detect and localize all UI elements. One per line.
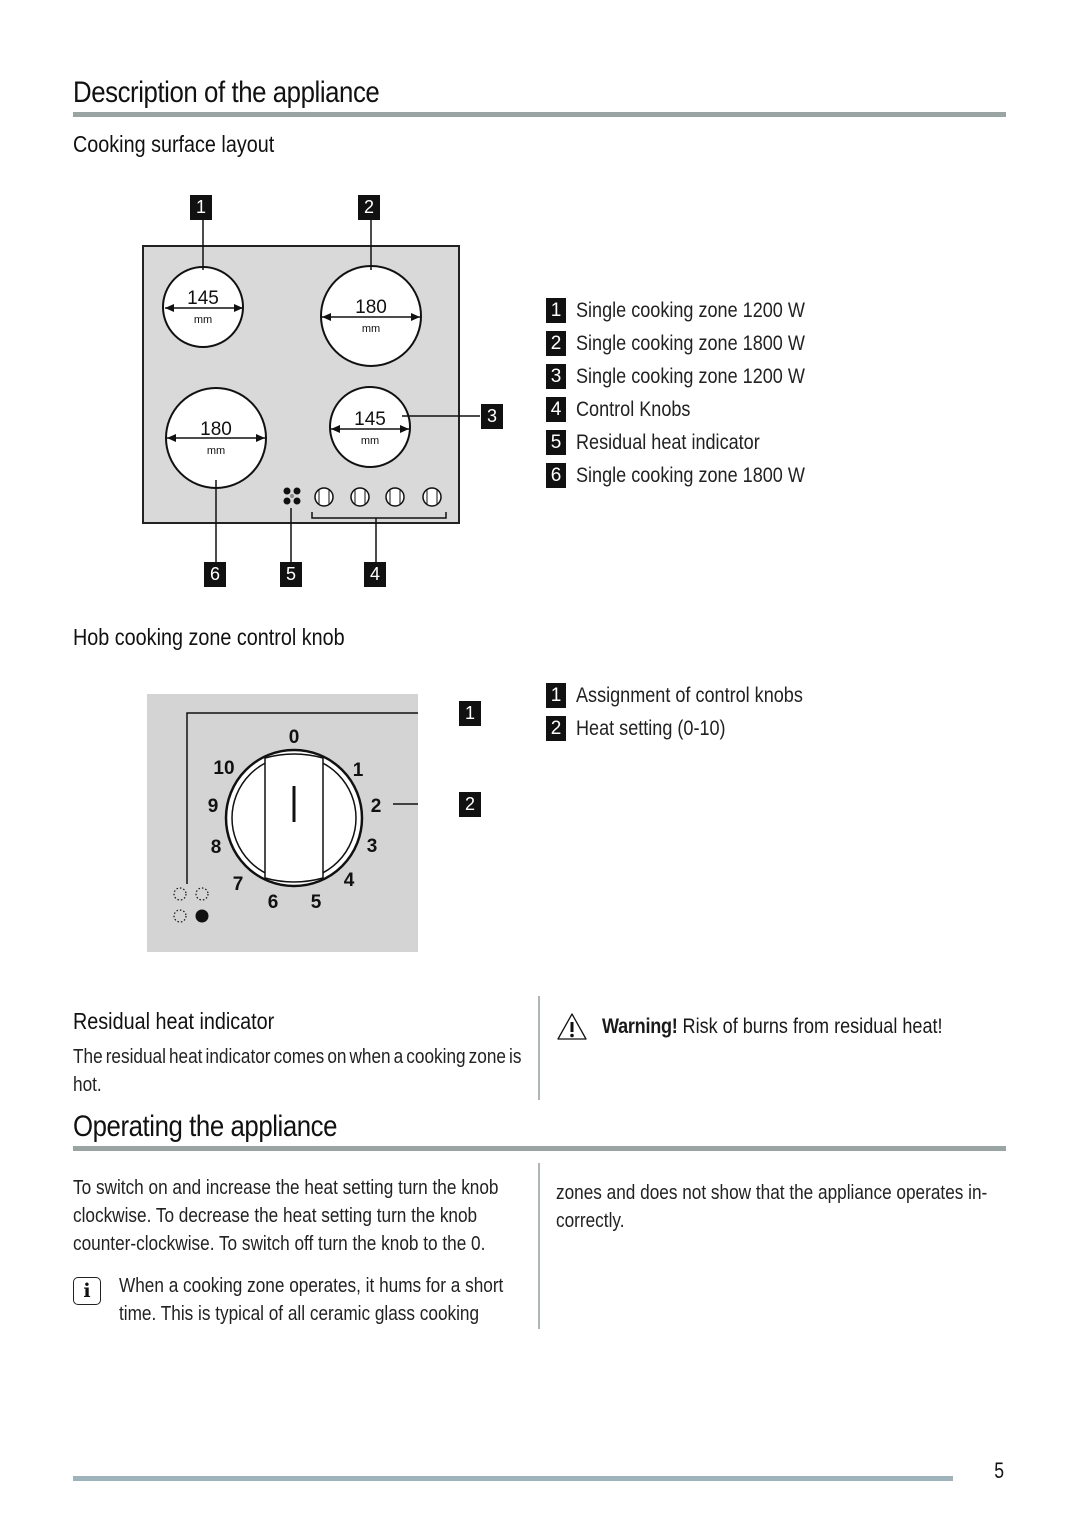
legend-number: 1 [546,298,566,323]
cooking-zone-6: 180 mm [165,387,267,489]
legend-number: 3 [546,364,566,389]
zone-2-unit: mm [362,323,380,335]
warning-label: Warning! [602,1015,678,1038]
footer-rule [73,1476,953,1481]
scale-2: 2 [371,796,382,817]
page-number: 5 [994,1458,1005,1483]
scale-3: 3 [367,836,378,857]
cooking-zone-2: 180 mm [320,265,422,367]
hob-diagram: 145 mm 180 mm 145 mm 180 mm [142,217,480,562]
legend-text: Control Knobs [576,397,691,421]
column-divider [538,1163,540,1329]
zone-1-unit: mm [194,314,212,326]
legend-item: 2 Heat setting (0-10) [546,712,840,745]
scale-7: 7 [233,874,244,895]
residual-heat-text: The residual heat indicator comes on whe… [73,1046,522,1096]
zone-2-diameter: 180 [355,297,387,318]
scale-8: 8 [211,837,222,858]
control-knob [224,748,364,888]
hob-legend: 1 Single cooking zone 1200 W 2 Single cook… [546,294,842,492]
operating-title: Operating the appliance [73,1110,338,1143]
legend-text: Single cooking zone 1800 W [576,463,805,487]
legend-text: Assignment of control knobs [576,683,803,707]
legend-text: Single cooking zone 1200 W [576,364,805,388]
legend-number: 2 [546,331,566,356]
control-knob-icon [422,487,442,507]
scale-9: 9 [208,796,219,817]
legend-item: 2 Single cooking zone 1800 W [546,327,842,360]
page-title: Description of the appliance [73,76,380,109]
legend-text: Heat setting (0-10) [576,716,726,740]
title-rule [73,112,1006,117]
knob-diagram: 0 1 2 3 4 5 6 7 8 9 10 [147,694,418,952]
control-knob-icon [385,487,405,507]
knob-callout-1: 1 [459,701,481,726]
callout-3: 3 [481,404,503,429]
warning-note: Warning! Risk of burns from residual hea… [556,1012,998,1042]
operating-text: To switch on and increase the heat setti… [73,1177,499,1255]
legend-item: 5 Residual heat indicator [546,426,842,459]
zone-3-diameter: 145 [354,409,386,430]
scale-4: 4 [344,870,355,891]
legend-number: 5 [546,430,566,455]
callout-2: 2 [358,195,380,220]
zone-1-diameter: 145 [187,288,219,309]
legend-text: Single cooking zone 1200 W [576,298,805,322]
column-divider [538,996,540,1100]
control-knob-icon [314,487,334,507]
cooking-zone-3: 145 mm [329,386,411,468]
scale-10: 10 [213,758,234,779]
legend-item: 6 Single cooking zone 1800 W [546,459,842,492]
info-text-right: zones and does not show that the applian… [556,1182,988,1232]
scale-6: 6 [268,892,279,913]
legend-text: Residual heat indicator [576,430,760,454]
legend-number: 4 [546,397,566,422]
residual-heat-heading: Residual heat indicator [73,1008,275,1034]
callout-4: 4 [364,562,386,587]
cooking-surface-heading: Cooking surface layout [73,131,275,157]
scale-1: 1 [353,760,364,781]
legend-item: 1 Single cooking zone 1200 W [546,294,842,327]
control-knob-icon [350,487,370,507]
legend-number: 6 [546,463,566,488]
legend-number: 2 [546,716,566,741]
warning-text: Risk of burns from residual heat! [682,1015,943,1038]
zone-6-unit: mm [207,445,225,457]
info-text-left: When a cooking zone operates, it hums fo… [119,1275,504,1325]
operating-rule [73,1146,1006,1151]
legend-item: 1 Assignment of control knobs [546,679,840,712]
legend-item: 3 Single cooking zone 1200 W [546,360,842,393]
warning-triangle-icon [557,1013,587,1040]
cooking-zone-1: 145 mm [162,266,244,348]
legend-item: 4 Control Knobs [546,393,842,426]
legend-text: Single cooking zone 1800 W [576,331,805,355]
legend-number: 1 [546,683,566,708]
zone-6-diameter: 180 [200,419,232,440]
zone-3-unit: mm [361,435,379,447]
knob-callout-2: 2 [459,792,481,817]
scale-5: 5 [311,892,322,913]
scale-0: 0 [289,727,300,748]
callout-5: 5 [280,562,302,587]
info-icon: i [73,1277,101,1305]
knob-heading: Hob cooking zone control knob [73,624,345,650]
callout-6: 6 [204,562,226,587]
knob-legend: 1 Assignment of control knobs 2 Heat setti… [546,679,840,745]
callout-1: 1 [190,195,212,220]
